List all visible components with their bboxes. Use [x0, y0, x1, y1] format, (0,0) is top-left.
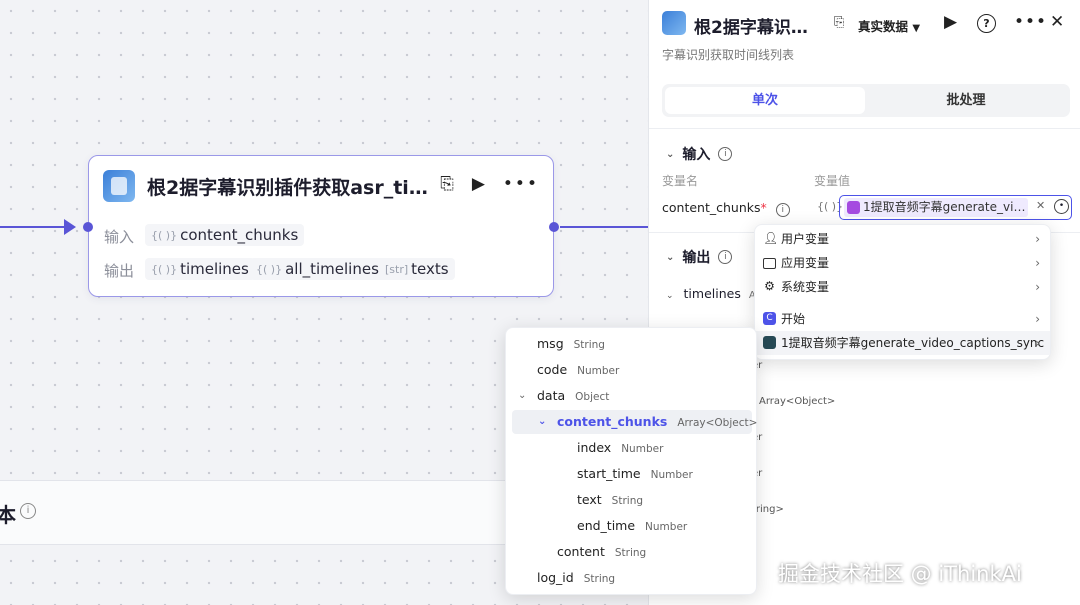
data-mode-select[interactable]: 真实数据 ▼: [858, 16, 920, 35]
variable-source-menu: 👤︎ 用户变量 › 应用变量 › ⚙ 系统变量 › C 开始 › 1提取音频字幕gene…: [754, 224, 1051, 360]
node-output-chip: {( )} all_timelines: [250, 258, 385, 280]
incoming-edge: [0, 226, 72, 228]
outgoing-edge: [560, 226, 650, 228]
run-mode-tabs: 单次 批处理: [662, 84, 1070, 117]
tree-item[interactable]: content String: [557, 540, 646, 564]
object-type-icon: {( )}: [151, 228, 178, 242]
chevron-down-icon: ⌄: [666, 251, 675, 263]
run-icon[interactable]: ▶: [472, 174, 485, 194]
run-icon[interactable]: ▶: [944, 12, 957, 32]
node-output-chip: [str] texts: [379, 258, 455, 280]
object-type-icon: {( )}: [256, 262, 283, 276]
tree-item-selected[interactable]: ⌄ content_chunks Array<Object>: [538, 410, 757, 434]
store-icon[interactable]: ⎘: [834, 15, 844, 30]
chevron-down-icon: ⌄: [666, 148, 675, 160]
variable-ref-field[interactable]: 1提取音频字幕generate_video_captions_sync.data…: [839, 195, 1072, 220]
info-icon: i: [718, 250, 733, 264]
next-node-partial[interactable]: 本 i: [0, 480, 505, 545]
plugin-icon: [847, 201, 860, 214]
next-node-title: 本: [0, 503, 16, 527]
user-icon: 👤︎: [763, 231, 779, 245]
col-var-value: 变量值: [814, 174, 851, 188]
menu-item-user-vars[interactable]: 👤︎ 用户变量 ›: [755, 227, 1050, 251]
variable-tree-popover: msg String code Number ⌄ data Object ⌄ conten…: [505, 327, 757, 595]
debug-icon[interactable]: ⎘: [440, 174, 454, 194]
output-port[interactable]: [549, 222, 559, 232]
variable-ref-chip: 1提取音频字幕generate_video_captions_sync.data…: [844, 198, 1028, 217]
plugin-icon: [662, 11, 686, 35]
settings-icon[interactable]: •: [1054, 199, 1069, 214]
tree-item[interactable]: log_id String: [537, 566, 615, 590]
tree-item[interactable]: end_time Number: [577, 514, 687, 538]
edge-arrow-icon: [64, 219, 76, 235]
tree-item[interactable]: index Number: [577, 436, 663, 460]
tree-item[interactable]: code Number: [537, 358, 619, 382]
menu-item-start[interactable]: C 开始 ›: [755, 307, 1050, 331]
folder-icon: [763, 258, 776, 269]
input-section-header[interactable]: ⌄ 输入 i: [666, 144, 733, 164]
tree-item[interactable]: msg String: [537, 332, 605, 356]
menu-item-app-vars[interactable]: 应用变量 ›: [755, 251, 1050, 275]
start-icon: C: [763, 312, 776, 325]
node-output-chip: {( )} timelines: [145, 258, 255, 280]
info-icon: i: [775, 203, 790, 217]
tree-item[interactable]: start_time Number: [577, 462, 693, 486]
info-icon: i: [718, 147, 733, 161]
plugin-icon: [763, 336, 776, 349]
info-icon: i: [20, 503, 36, 519]
object-type-icon: {( )}: [151, 262, 178, 276]
more-icon[interactable]: •••: [503, 174, 539, 194]
tab-single[interactable]: 单次: [665, 87, 865, 114]
menu-item-source-node[interactable]: 1提取音频字幕generate_video_captions_sync ›: [755, 331, 1050, 355]
string-type-icon: [str]: [385, 262, 409, 276]
chevron-down-icon: ⌄: [518, 390, 527, 401]
node-title: 根2据字幕识别插件获取asr_timelines: [147, 177, 447, 199]
panel-subtitle: 字幕识别获取时间线列表: [662, 48, 795, 62]
gear-icon: ⚙: [764, 279, 775, 293]
node-output-label: 输出: [104, 262, 135, 280]
close-icon[interactable]: ✕: [1050, 12, 1064, 32]
col-var-name: 变量名: [662, 174, 699, 188]
node-input-label: 输入: [104, 228, 135, 246]
output-section-header[interactable]: ⌄ 输出 i: [666, 247, 733, 267]
field-label: content_chunks* i: [662, 200, 790, 217]
tab-batch[interactable]: 批处理: [866, 87, 1066, 114]
more-icon[interactable]: •••: [1014, 12, 1047, 32]
tree-item[interactable]: text String: [577, 488, 643, 512]
menu-item-system-vars[interactable]: ⚙ 系统变量 ›: [755, 275, 1050, 299]
node-input-chip: {( )} content_chunks: [145, 224, 305, 246]
plugin-icon: [103, 170, 135, 202]
chevron-down-icon: ⌄: [538, 416, 547, 427]
plugin-node[interactable]: 根2据字幕识别插件获取asr_timelines ⎘ ▶ ••• 输入 {( )…: [83, 155, 559, 297]
tree-item[interactable]: ⌄ data Object: [518, 384, 609, 408]
input-port[interactable]: [83, 222, 93, 232]
watermark: 掘金技术社区 @ iThinkAi: [778, 562, 1022, 586]
chevron-down-icon: ▼: [912, 23, 921, 34]
panel-title: 根2据字幕识别插件获取asr_timelines: [694, 18, 822, 38]
clear-icon[interactable]: ✕: [1036, 199, 1045, 212]
help-icon[interactable]: ?: [977, 14, 996, 33]
chevron-down-icon: ⌄: [666, 291, 674, 301]
